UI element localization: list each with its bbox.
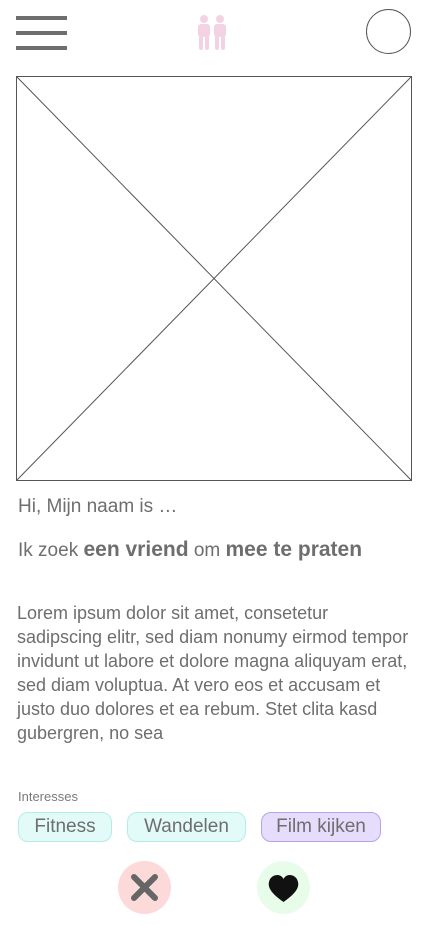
greeting-text: Hi, Mijn naam is … — [18, 496, 178, 517]
heart-icon — [268, 875, 299, 902]
like-button[interactable] — [257, 861, 310, 914]
interest-chip-fitness[interactable]: Fitness — [18, 812, 112, 842]
close-x-icon — [131, 874, 158, 901]
reject-button[interactable] — [118, 861, 171, 914]
seeking-text: Ik zoek een vriend om mee te praten — [18, 538, 362, 562]
interest-chip-film-kijken[interactable]: Film kijken — [261, 812, 381, 842]
profile-avatar[interactable] — [366, 9, 411, 54]
menu-bar — [16, 16, 67, 20]
seek-emphasis-1: een vriend — [83, 538, 189, 561]
interests-label: Interesses — [18, 789, 78, 804]
interest-chip-wandelen[interactable]: Wandelen — [127, 812, 246, 842]
bio-text: Lorem ipsum dolor sit amet, consetetur s… — [17, 603, 409, 743]
profile-photo-placeholder — [16, 76, 412, 481]
seek-prefix: Ik zoek — [18, 540, 79, 561]
menu-bar — [16, 31, 67, 35]
seek-emphasis-2: mee te praten — [225, 538, 363, 561]
couple-logo-icon — [193, 14, 231, 52]
seek-middle: om — [193, 540, 221, 561]
menu-bar — [16, 46, 67, 50]
hamburger-menu-icon[interactable] — [16, 16, 67, 50]
